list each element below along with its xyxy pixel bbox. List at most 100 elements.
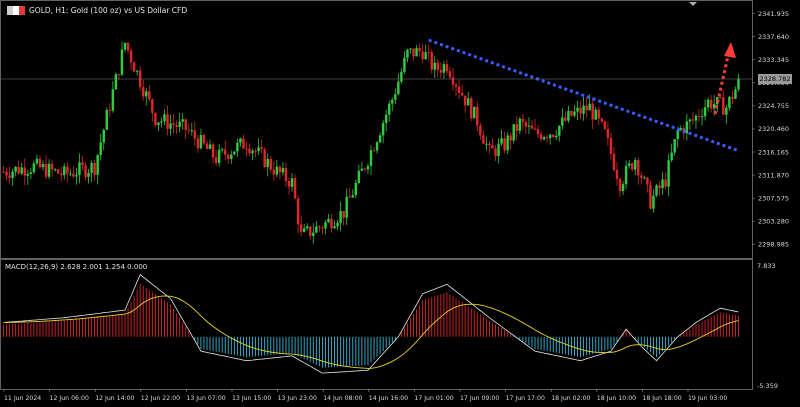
candle-body: [415, 48, 418, 57]
candle-body: [719, 97, 722, 99]
candle-body: [78, 162, 81, 176]
candle-body: [670, 152, 673, 161]
candle-body: [108, 110, 112, 112]
candle-body: [618, 179, 622, 191]
candle-body: [524, 122, 528, 127]
candle-body: [530, 125, 534, 129]
candle-body: [157, 122, 160, 126]
candle-body: [163, 114, 166, 122]
candle-body: [722, 97, 725, 115]
price-tick-label: 2341.935: [758, 10, 789, 18]
candle-body: [60, 173, 63, 176]
candle-body: [105, 110, 108, 130]
candle-body: [609, 137, 613, 154]
candle-body: [630, 163, 634, 170]
candle-body: [728, 96, 731, 108]
candle-body: [75, 175, 78, 177]
candle-body: [627, 163, 631, 166]
candle-body: [184, 119, 187, 130]
candle-body: [23, 167, 26, 176]
candle-body: [515, 124, 518, 131]
scroll-marker-icon[interactable]: [689, 2, 697, 6]
candle-body: [99, 142, 102, 155]
candle-body: [333, 226, 336, 229]
candle-body: [409, 48, 412, 50]
candle-body: [41, 164, 45, 168]
candle-body: [257, 147, 260, 152]
candle-body: [32, 163, 36, 173]
candle-body: [694, 115, 698, 121]
candle-body: [160, 121, 163, 123]
candle-body: [14, 166, 17, 172]
time-tick-label: 18 Jun 18:00: [642, 395, 681, 402]
candle-body: [178, 121, 181, 127]
candle-body: [345, 196, 348, 218]
candle-body: [227, 154, 230, 159]
candle-body: [697, 115, 701, 117]
candle-body: [542, 137, 546, 140]
candle-body: [2, 171, 5, 173]
candle-body: [476, 106, 479, 126]
candle-body: [44, 164, 48, 177]
candle-body: [676, 130, 679, 140]
candle-body: [217, 149, 221, 163]
candle-body: [214, 157, 218, 163]
candle-body: [457, 86, 461, 93]
price-chart[interactable]: 2341.9352337.6402333.3452329.0502324.755…: [0, 0, 800, 407]
candle-body: [72, 173, 75, 177]
candle-body: [224, 149, 227, 155]
candle-body: [594, 109, 597, 120]
candle-body: [470, 98, 473, 119]
candle-body: [497, 143, 500, 157]
time-tick-label: 12 Jun 14:00: [95, 395, 134, 402]
price-tick-label: 2316.165: [758, 148, 789, 156]
candle-body: [685, 121, 689, 134]
time-tick-label: 13 Jun 23:00: [278, 395, 317, 402]
candle-body: [512, 124, 515, 141]
candle-body: [615, 170, 619, 180]
candle-body: [433, 62, 436, 70]
candle-body: [175, 125, 178, 127]
candle-body: [621, 184, 625, 191]
candle-body: [548, 134, 552, 139]
candle-body: [375, 142, 379, 151]
candle-body: [339, 210, 342, 223]
candle-body: [366, 165, 370, 170]
candle-body: [445, 64, 449, 72]
candle-body: [348, 196, 351, 198]
candle-body: [643, 177, 646, 179]
candle-body: [236, 142, 239, 152]
candle-body: [142, 87, 145, 97]
price-tick-label: 2333.345: [758, 56, 789, 64]
downtrend-line[interactable]: [428, 38, 739, 153]
candle-body: [688, 119, 692, 122]
candle-body: [266, 158, 269, 167]
candle-body: [737, 78, 740, 90]
candle-body: [588, 103, 591, 111]
candle-body: [351, 195, 354, 198]
candle-body: [637, 160, 640, 176]
candle-body: [193, 130, 197, 139]
price-tick-label: 2311.870: [758, 171, 789, 179]
candle-body: [312, 232, 315, 236]
candle-body: [509, 135, 512, 141]
candle-body: [357, 170, 361, 183]
candle-body: [126, 42, 130, 51]
candle-body: [427, 52, 430, 54]
candle-body: [129, 50, 133, 63]
candle-body: [421, 51, 424, 60]
candle-body: [233, 151, 236, 155]
time-tick-label: 13 Jun 15:00: [232, 395, 271, 402]
price-tick-label: 2320.460: [758, 125, 789, 133]
chart-header: GOLD, H1: Gold (100 oz) vs US Dollar CFD: [7, 3, 187, 17]
candle-body: [302, 228, 306, 232]
candle-body: [56, 169, 60, 174]
candle-body: [342, 210, 345, 218]
candle-body: [667, 160, 670, 187]
candle-body: [199, 135, 203, 149]
candle-body: [436, 62, 440, 70]
macd-scale-top: 7.833: [757, 262, 776, 270]
candle-body: [360, 168, 364, 171]
candle-body: [321, 227, 324, 229]
candle-body: [287, 180, 291, 187]
